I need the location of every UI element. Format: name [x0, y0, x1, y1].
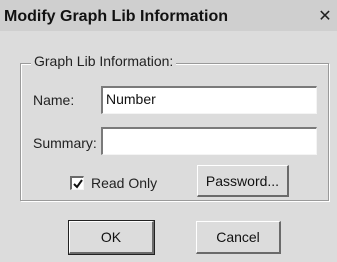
modify-graph-lib-dialog: Modify Graph Lib Information ✕ Graph Lib…	[0, 0, 337, 262]
ok-button[interactable]: OK	[68, 220, 155, 255]
dialog-title: Modify Graph Lib Information	[4, 8, 228, 25]
close-icon[interactable]: ✕	[316, 9, 334, 25]
name-label: Name:	[33, 92, 75, 108]
read-only-checkbox[interactable]	[70, 176, 84, 190]
password-button[interactable]: Password...	[197, 165, 289, 197]
checkmark-icon	[72, 178, 83, 189]
name-input[interactable]: Number	[101, 86, 317, 114]
cancel-button[interactable]: Cancel	[196, 221, 281, 254]
title-bar: Modify Graph Lib Information ✕	[0, 0, 337, 31]
group-label: Graph Lib Information:	[31, 53, 177, 69]
summary-input[interactable]	[101, 127, 317, 155]
summary-label: Summary:	[33, 135, 97, 151]
read-only-label: Read Only	[91, 175, 158, 191]
